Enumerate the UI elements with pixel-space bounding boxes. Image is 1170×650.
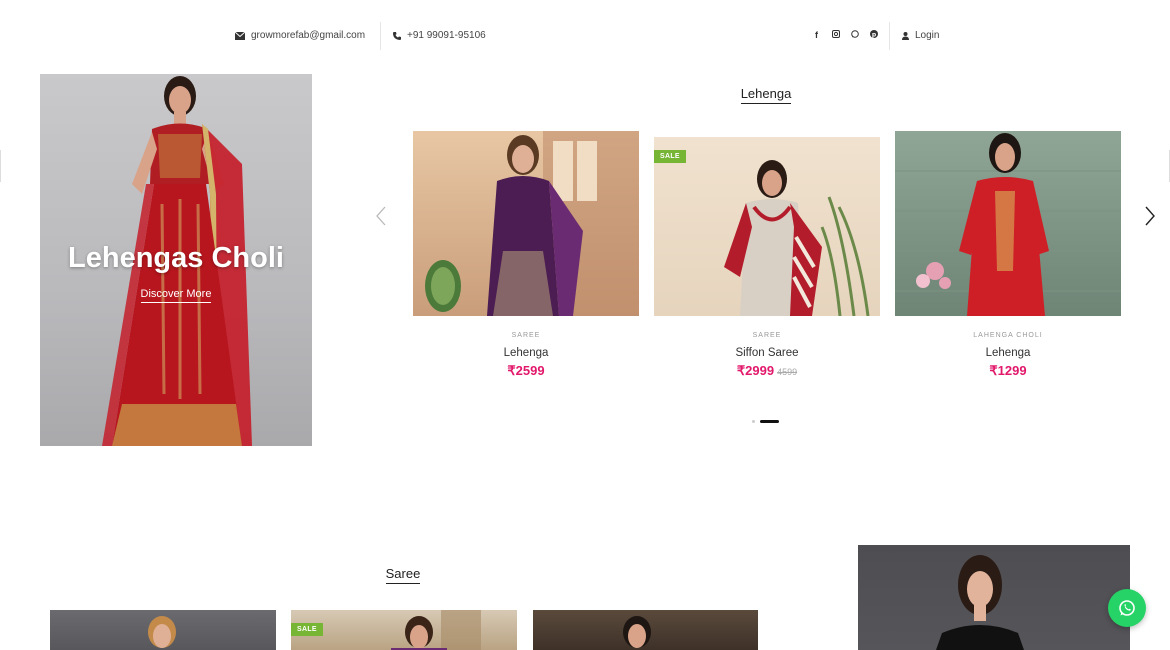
product-image[interactable]: [533, 610, 758, 650]
carousel-dot[interactable]: [752, 420, 755, 423]
user-icon: [902, 31, 909, 40]
section-title-text: Saree: [385, 566, 421, 584]
product-price: ₹2599: [413, 362, 639, 380]
product-image[interactable]: [413, 131, 639, 316]
carousel-next-arrow[interactable]: [1145, 206, 1155, 230]
discover-more-label[interactable]: Discover More: [140, 288, 212, 303]
current-price: ₹2999: [736, 363, 775, 378]
product-category[interactable]: SAREE: [654, 332, 880, 339]
edge-divider: [0, 150, 1, 182]
page: growmorefab@gmail.com +91 99091-95106 f …: [0, 0, 1170, 650]
phone-icon: [393, 31, 401, 40]
saree-banner[interactable]: [858, 545, 1130, 650]
envelope-icon: [235, 31, 245, 40]
section-title-lehenga: Lehenga: [716, 86, 816, 104]
facebook-icon[interactable]: f: [812, 30, 821, 40]
chevron-left-icon: [376, 206, 386, 226]
section-title-saree: Saree: [353, 566, 453, 584]
phone-text[interactable]: +91 99091-95106: [407, 30, 486, 41]
old-price: 4599: [777, 367, 798, 377]
lehenga-banner[interactable]: Lehengas Choli Discover More: [40, 74, 312, 446]
whatsapp-icon[interactable]: [850, 30, 859, 40]
whatsapp-chat-button[interactable]: [1108, 589, 1146, 627]
email-text[interactable]: growmorefab@gmail.com: [251, 30, 365, 41]
carousel-pagination: [752, 420, 779, 423]
whatsapp-icon: [1119, 600, 1135, 616]
product-image[interactable]: SALE: [654, 137, 880, 316]
phone-contact[interactable]: +91 99091-95106: [393, 30, 486, 41]
carousel-prev-arrow[interactable]: [376, 206, 386, 230]
sale-badge: SALE: [654, 150, 686, 163]
product-category[interactable]: LAHENGA CHOLI: [895, 332, 1121, 339]
current-price: ₹2599: [507, 363, 545, 378]
divider: [380, 22, 381, 50]
product-image[interactable]: [50, 610, 276, 650]
email-contact[interactable]: growmorefab@gmail.com: [235, 30, 365, 41]
discover-more-link[interactable]: Discover More: [40, 288, 312, 303]
pinterest-icon[interactable]: p: [869, 30, 878, 40]
product-image[interactable]: SALE: [291, 610, 517, 650]
product-card[interactable]: SALE SAREE Siffon Saree ₹2999 4599: [654, 137, 880, 380]
instagram-icon[interactable]: [831, 30, 840, 40]
product-name[interactable]: Siffon Saree: [654, 347, 880, 359]
product-name[interactable]: Lehenga: [895, 347, 1121, 359]
login-label[interactable]: Login: [915, 30, 939, 41]
chevron-right-icon: [1145, 206, 1155, 226]
sale-badge: SALE: [291, 623, 323, 636]
product-card[interactable]: LAHENGA CHOLI Lehenga ₹1299: [895, 131, 1121, 380]
section-title-text: Lehenga: [740, 86, 792, 104]
login-link[interactable]: Login: [902, 30, 939, 41]
carousel-dot-active[interactable]: [760, 420, 779, 423]
current-price: ₹1299: [989, 363, 1027, 378]
product-price: ₹1299: [895, 362, 1121, 380]
product-image[interactable]: [895, 131, 1121, 316]
product-card[interactable]: SAREE Lehenga ₹2599: [413, 131, 639, 380]
divider: [889, 22, 890, 50]
top-bar: growmorefab@gmail.com +91 99091-95106 f …: [0, 22, 1170, 52]
product-price: ₹2999 4599: [654, 362, 880, 380]
svg-text:p: p: [871, 31, 876, 38]
product-category[interactable]: SAREE: [413, 332, 639, 339]
social-links: f p: [812, 30, 878, 40]
banner-model-image: [936, 555, 1024, 650]
product-name[interactable]: Lehenga: [413, 347, 639, 359]
banner-title: Lehengas Choli: [68, 242, 284, 274]
